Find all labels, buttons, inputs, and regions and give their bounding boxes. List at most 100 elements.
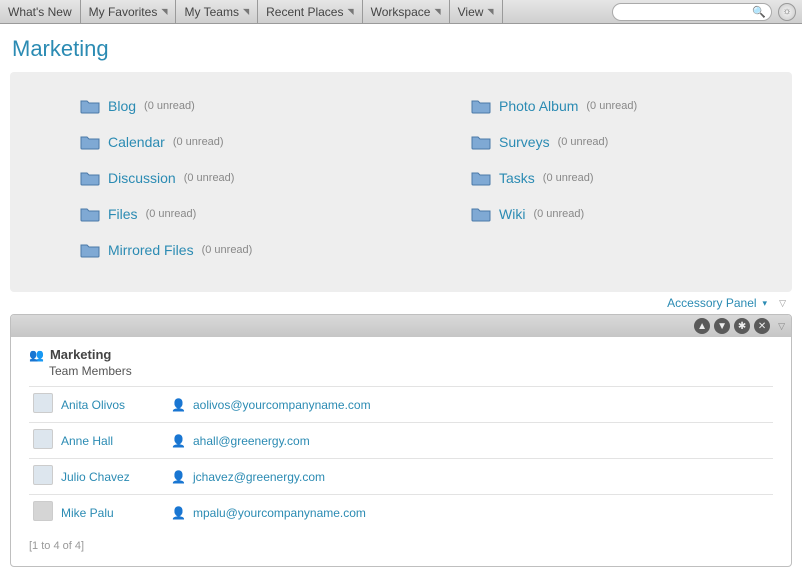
presence-icon: 👤 (171, 434, 185, 448)
search-input[interactable] (612, 3, 772, 21)
team-panel-header: ▲ ▼ ✱ ✕ ▽ (11, 315, 791, 337)
folder-icon (80, 206, 100, 222)
folder-calendar[interactable]: Calendar (0 unread) (20, 124, 391, 160)
folder-label: Blog (108, 98, 136, 114)
folder-label: Wiki (499, 206, 525, 222)
dropdown-icon: ◥ (243, 7, 249, 16)
folder-icon (471, 206, 491, 222)
member-email-link[interactable]: ahall@greenergy.com (193, 434, 310, 448)
folder-column-left: Blog (0 unread) Calendar (0 unread) Disc… (20, 88, 391, 268)
main-content: Marketing Blog (0 unread) Calendar (0 un… (0, 24, 802, 575)
folder-mirrored-files[interactable]: Mirrored Files (0 unread) (20, 232, 391, 268)
folder-icon (471, 134, 491, 150)
folder-label: Surveys (499, 134, 550, 150)
presence-icon: 👤 (171, 470, 185, 484)
folder-icon (80, 98, 100, 114)
table-row: Mike Palu 👤 mpalu@yourcompanyname.com (29, 495, 773, 531)
menu-label: Workspace (371, 5, 431, 19)
folder-unread: (0 unread) (146, 208, 197, 220)
folder-discussion[interactable]: Discussion (0 unread) (20, 160, 391, 196)
folder-column-right: Photo Album (0 unread) Surveys (0 unread… (411, 88, 782, 268)
folder-label: Tasks (499, 170, 535, 186)
chevron-icon: ▽ (779, 298, 786, 309)
folder-wiki[interactable]: Wiki (0 unread) (411, 196, 782, 232)
panel-settings-button[interactable]: ✱ (734, 318, 750, 334)
presence-icon: 👤 (171, 398, 185, 412)
members-table: Anita Olivos 👤 aolivos@yourcompanyname.c… (29, 386, 773, 530)
folder-label: Calendar (108, 134, 165, 150)
menu-label: My Favorites (89, 5, 158, 19)
member-email-link[interactable]: jchavez@greenergy.com (193, 470, 325, 484)
menu-workspace[interactable]: Workspace ◥ (363, 0, 450, 23)
panel-collapse-icon[interactable]: ▽ (778, 321, 785, 332)
folder-grid: Blog (0 unread) Calendar (0 unread) Disc… (20, 88, 782, 268)
avatar (33, 465, 53, 485)
folder-panel: Blog (0 unread) Calendar (0 unread) Disc… (10, 72, 792, 292)
menu-label: View (458, 5, 484, 19)
member-name-link[interactable]: Mike Palu (61, 506, 114, 520)
folder-unread: (0 unread) (144, 100, 195, 112)
panel-up-button[interactable]: ▲ (694, 318, 710, 334)
table-row: Anne Hall 👤 ahall@greenergy.com (29, 423, 773, 459)
folder-unread: (0 unread) (533, 208, 584, 220)
folder-icon (80, 170, 100, 186)
search-area: 🔍 ☼ (612, 0, 802, 23)
team-title-row: 👥 Marketing (29, 347, 773, 362)
avatar (33, 393, 53, 413)
team-panel-body: 👥 Marketing Team Members Anita Olivos 👤 … (11, 337, 791, 566)
accessory-label: Accessory Panel (667, 296, 756, 310)
folder-unread: (0 unread) (558, 136, 609, 148)
table-row: Anita Olivos 👤 aolivos@yourcompanyname.c… (29, 387, 773, 423)
folder-tasks[interactable]: Tasks (0 unread) (411, 160, 782, 196)
avatar (33, 501, 53, 521)
panel-down-button[interactable]: ▼ (714, 318, 730, 334)
member-name-link[interactable]: Anita Olivos (61, 398, 125, 412)
menu-recent-places[interactable]: Recent Places ◥ (258, 0, 363, 23)
presence-icon: 👤 (171, 506, 185, 520)
member-name-link[interactable]: Anne Hall (61, 434, 113, 448)
member-email-link[interactable]: aolivos@yourcompanyname.com (193, 398, 371, 412)
spacer (503, 0, 612, 23)
team-icon: 👥 (29, 348, 44, 362)
folder-blog[interactable]: Blog (0 unread) (20, 88, 391, 124)
menu-label: What's New (8, 5, 72, 19)
folder-icon (471, 170, 491, 186)
folder-label: Discussion (108, 170, 176, 186)
team-members-panel: ▲ ▼ ✱ ✕ ▽ 👥 Marketing Team Members Anita… (10, 314, 792, 567)
folder-label: Mirrored Files (108, 242, 194, 258)
folder-photo-album[interactable]: Photo Album (0 unread) (411, 88, 782, 124)
menu-view[interactable]: View ◥ (450, 0, 503, 23)
table-row: Julio Chavez 👤 jchavez@greenergy.com (29, 459, 773, 495)
folder-label: Files (108, 206, 138, 222)
folder-icon (80, 242, 100, 258)
folder-unread: (0 unread) (543, 172, 594, 184)
top-menu-bar: What's New My Favorites ◥ My Teams ◥ Rec… (0, 0, 802, 24)
member-email-link[interactable]: mpalu@yourcompanyname.com (193, 506, 366, 520)
accessory-panel-toggle[interactable]: Accessory Panel ▾ ▽ (10, 292, 792, 314)
folder-unread: (0 unread) (173, 136, 224, 148)
folder-unread: (0 unread) (184, 172, 235, 184)
member-name-link[interactable]: Julio Chavez (61, 470, 130, 484)
panel-close-button[interactable]: ✕ (754, 318, 770, 334)
folder-unread: (0 unread) (202, 244, 253, 256)
menu-my-favorites[interactable]: My Favorites ◥ (81, 0, 177, 23)
menu-my-teams[interactable]: My Teams ◥ (176, 0, 258, 23)
dropdown-icon: ◥ (161, 7, 167, 16)
folder-label: Photo Album (499, 98, 578, 114)
menu-label: Recent Places (266, 5, 343, 19)
folder-unread: (0 unread) (586, 100, 637, 112)
folder-files[interactable]: Files (0 unread) (20, 196, 391, 232)
menu-whats-new[interactable]: What's New (0, 0, 81, 23)
folder-icon (80, 134, 100, 150)
menu-label: My Teams (184, 5, 238, 19)
presence-button[interactable]: ☼ (778, 3, 796, 21)
dropdown-icon: ◥ (347, 7, 353, 16)
search-box: 🔍 (612, 3, 772, 21)
team-subtitle: Team Members (49, 364, 773, 378)
pager-text: [1 to 4 of 4] (29, 540, 773, 552)
caret-down-icon: ▾ (763, 298, 768, 309)
folder-surveys[interactable]: Surveys (0 unread) (411, 124, 782, 160)
folder-icon (471, 98, 491, 114)
dropdown-icon: ◥ (434, 7, 440, 16)
team-title: Marketing (50, 347, 111, 362)
